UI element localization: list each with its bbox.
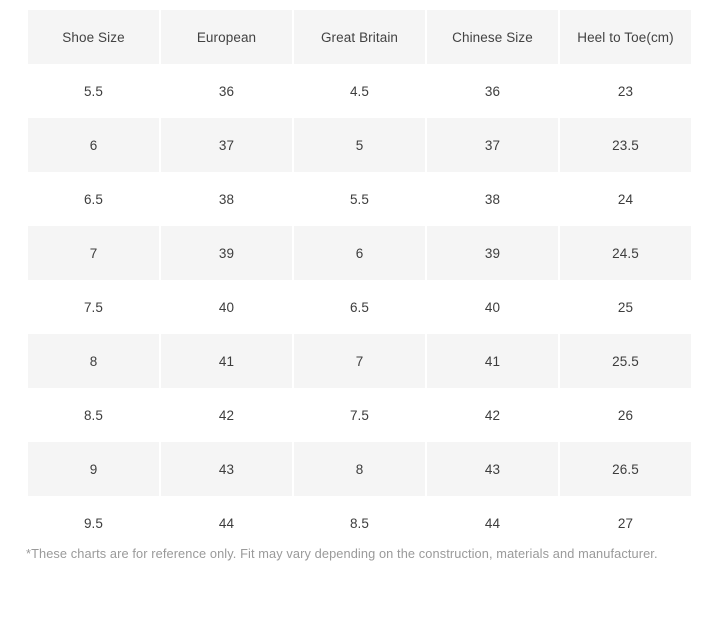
cell-chinese-size: 38 [427,172,558,226]
cell-great-britain: 7.5 [294,388,425,442]
cell-heel-to-toe: 23.5 [560,118,691,172]
table-row: 7 39 6 39 24.5 [28,226,691,280]
cell-heel-to-toe: 24.5 [560,226,691,280]
size-chart-page: Shoe Size European Great Britain Chinese… [0,0,717,627]
cell-chinese-size: 39 [427,226,558,280]
cell-european: 41 [161,334,292,388]
table-row: 6.5 38 5.5 38 24 [28,172,691,226]
cell-chinese-size: 36 [427,64,558,118]
cell-great-britain: 7 [294,334,425,388]
column-header-chinese-size: Chinese Size [427,10,558,64]
cell-chinese-size: 37 [427,118,558,172]
cell-great-britain: 8 [294,442,425,496]
shoe-size-conversion-table: Shoe Size European Great Britain Chinese… [26,10,693,550]
table-row: 8.5 42 7.5 42 26 [28,388,691,442]
cell-chinese-size: 40 [427,280,558,334]
table-row: 5.5 36 4.5 36 23 [28,64,691,118]
cell-heel-to-toe: 26 [560,388,691,442]
cell-european: 40 [161,280,292,334]
cell-shoe-size: 5.5 [28,64,159,118]
cell-european: 44 [161,496,292,550]
cell-shoe-size: 9.5 [28,496,159,550]
table-row: 6 37 5 37 23.5 [28,118,691,172]
size-chart-disclaimer: *These charts are for reference only. Fi… [26,546,658,561]
table-body: 5.5 36 4.5 36 23 6 37 5 37 23.5 6.5 38 5… [28,64,691,550]
table-row: 8 41 7 41 25.5 [28,334,691,388]
cell-heel-to-toe: 26.5 [560,442,691,496]
cell-great-britain: 8.5 [294,496,425,550]
cell-chinese-size: 43 [427,442,558,496]
cell-european: 42 [161,388,292,442]
cell-shoe-size: 8.5 [28,388,159,442]
cell-shoe-size: 6 [28,118,159,172]
column-header-european: European [161,10,292,64]
cell-european: 36 [161,64,292,118]
cell-shoe-size: 8 [28,334,159,388]
table-row: 9 43 8 43 26.5 [28,442,691,496]
cell-great-britain: 6.5 [294,280,425,334]
cell-shoe-size: 7.5 [28,280,159,334]
table-header: Shoe Size European Great Britain Chinese… [28,10,691,64]
table-header-row: Shoe Size European Great Britain Chinese… [28,10,691,64]
cell-shoe-size: 6.5 [28,172,159,226]
cell-great-britain: 5.5 [294,172,425,226]
cell-great-britain: 4.5 [294,64,425,118]
cell-heel-to-toe: 25 [560,280,691,334]
cell-heel-to-toe: 25.5 [560,334,691,388]
column-header-great-britain: Great Britain [294,10,425,64]
column-header-shoe-size: Shoe Size [28,10,159,64]
cell-chinese-size: 42 [427,388,558,442]
cell-european: 39 [161,226,292,280]
cell-shoe-size: 9 [28,442,159,496]
table-row: 9.5 44 8.5 44 27 [28,496,691,550]
cell-chinese-size: 44 [427,496,558,550]
cell-european: 38 [161,172,292,226]
cell-great-britain: 5 [294,118,425,172]
cell-european: 43 [161,442,292,496]
cell-heel-to-toe: 24 [560,172,691,226]
cell-great-britain: 6 [294,226,425,280]
cell-heel-to-toe: 23 [560,64,691,118]
table-row: 7.5 40 6.5 40 25 [28,280,691,334]
cell-european: 37 [161,118,292,172]
cell-heel-to-toe: 27 [560,496,691,550]
column-header-heel-to-toe: Heel to Toe(cm) [560,10,691,64]
cell-shoe-size: 7 [28,226,159,280]
cell-chinese-size: 41 [427,334,558,388]
